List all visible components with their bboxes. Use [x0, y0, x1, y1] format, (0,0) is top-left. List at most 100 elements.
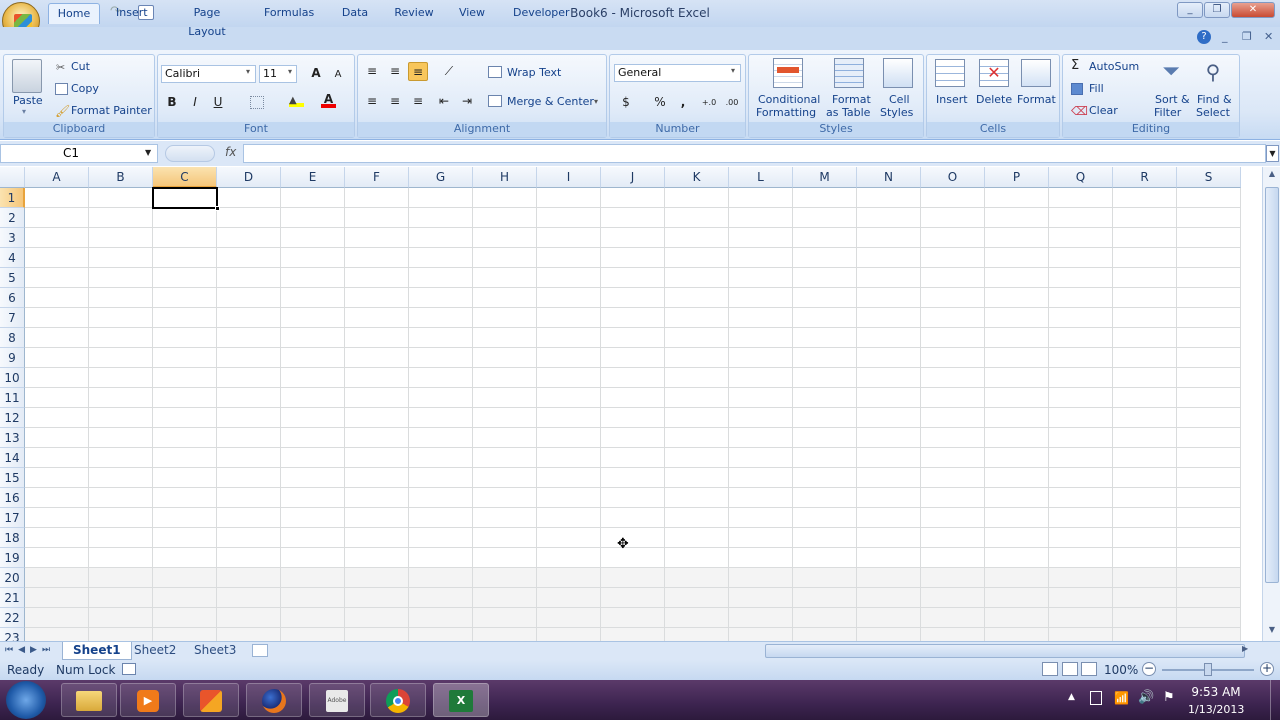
cell-b6[interactable]: [89, 288, 153, 308]
cell-n13[interactable]: [857, 428, 921, 448]
cell-e3[interactable]: [281, 228, 345, 248]
cell-d17[interactable]: [217, 508, 281, 528]
cell-q20[interactable]: [1049, 568, 1113, 588]
cell-h11[interactable]: [473, 388, 537, 408]
cell-k12[interactable]: [665, 408, 729, 428]
cell-c21[interactable]: [153, 588, 217, 608]
cell-b10[interactable]: [89, 368, 153, 388]
cell-e14[interactable]: [281, 448, 345, 468]
cell-k17[interactable]: [665, 508, 729, 528]
cell-d23[interactable]: [217, 628, 281, 641]
format-cells-button[interactable]: Format: [1017, 93, 1056, 106]
cell-f23[interactable]: [345, 628, 409, 641]
sort-filter-button[interactable]: Sort &: [1155, 93, 1190, 106]
cell-e22[interactable]: [281, 608, 345, 628]
cell-o2[interactable]: [921, 208, 985, 228]
cell-o8[interactable]: [921, 328, 985, 348]
cell-r2[interactable]: [1113, 208, 1177, 228]
cell-i15[interactable]: [537, 468, 601, 488]
cell-f9[interactable]: [345, 348, 409, 368]
row-header-9[interactable]: 9: [0, 348, 25, 368]
action-center-icon[interactable]: ⚑: [1163, 690, 1175, 705]
cell-p13[interactable]: [985, 428, 1049, 448]
delete-cells-button[interactable]: Delete: [976, 93, 1012, 106]
cell-e20[interactable]: [281, 568, 345, 588]
cell-f11[interactable]: [345, 388, 409, 408]
cell-r18[interactable]: [1113, 528, 1177, 548]
cell-p5[interactable]: [985, 268, 1049, 288]
cell-h6[interactable]: [473, 288, 537, 308]
zoom-out-icon[interactable]: −: [1142, 662, 1156, 676]
cell-f13[interactable]: [345, 428, 409, 448]
cell-q8[interactable]: [1049, 328, 1113, 348]
cell-e19[interactable]: [281, 548, 345, 568]
cell-m20[interactable]: [793, 568, 857, 588]
cell-j21[interactable]: [601, 588, 665, 608]
cell-d2[interactable]: [217, 208, 281, 228]
cell-g15[interactable]: [409, 468, 473, 488]
cell-d13[interactable]: [217, 428, 281, 448]
cell-n11[interactable]: [857, 388, 921, 408]
cell-g6[interactable]: [409, 288, 473, 308]
normal-view-icon[interactable]: [1042, 662, 1058, 676]
cell-k11[interactable]: [665, 388, 729, 408]
cell-a13[interactable]: [25, 428, 89, 448]
cell-k2[interactable]: [665, 208, 729, 228]
ribbon-minimize-icon[interactable]: _: [1222, 30, 1228, 43]
cell-n18[interactable]: [857, 528, 921, 548]
cell-l11[interactable]: [729, 388, 793, 408]
comma-button[interactable]: ,: [673, 93, 693, 112]
cell-p1[interactable]: [985, 188, 1049, 208]
cell-l21[interactable]: [729, 588, 793, 608]
increase-decimal-button[interactable]: +.0: [699, 93, 719, 112]
column-header-k[interactable]: K: [665, 167, 729, 188]
cell-a14[interactable]: [25, 448, 89, 468]
find-select-label2[interactable]: Select: [1196, 106, 1230, 119]
cell-i1[interactable]: [537, 188, 601, 208]
cell-r7[interactable]: [1113, 308, 1177, 328]
cell-a12[interactable]: [25, 408, 89, 428]
cell-c7[interactable]: [153, 308, 217, 328]
font-color-icon[interactable]: A: [321, 92, 336, 108]
cell-d7[interactable]: [217, 308, 281, 328]
cell-f15[interactable]: [345, 468, 409, 488]
find-select-button[interactable]: Find &: [1197, 93, 1232, 106]
row-header-16[interactable]: 16: [0, 488, 25, 508]
cell-r10[interactable]: [1113, 368, 1177, 388]
cell-h8[interactable]: [473, 328, 537, 348]
cell-q2[interactable]: [1049, 208, 1113, 228]
row-header-13[interactable]: 13: [0, 428, 25, 448]
cell-k19[interactable]: [665, 548, 729, 568]
format-as-table-label2[interactable]: as Table: [826, 106, 870, 119]
cell-l8[interactable]: [729, 328, 793, 348]
decrease-indent-icon[interactable]: ⇤: [434, 92, 454, 111]
tab-review[interactable]: Review: [388, 3, 440, 24]
cell-p11[interactable]: [985, 388, 1049, 408]
cell-i9[interactable]: [537, 348, 601, 368]
cell-j8[interactable]: [601, 328, 665, 348]
cell-e13[interactable]: [281, 428, 345, 448]
cell-p4[interactable]: [985, 248, 1049, 268]
cell-d19[interactable]: [217, 548, 281, 568]
cell-r21[interactable]: [1113, 588, 1177, 608]
cell-e18[interactable]: [281, 528, 345, 548]
cell-n5[interactable]: [857, 268, 921, 288]
cell-p21[interactable]: [985, 588, 1049, 608]
cell-r4[interactable]: [1113, 248, 1177, 268]
cell-a7[interactable]: [25, 308, 89, 328]
cell-b2[interactable]: [89, 208, 153, 228]
cell-f21[interactable]: [345, 588, 409, 608]
cell-n4[interactable]: [857, 248, 921, 268]
cell-q13[interactable]: [1049, 428, 1113, 448]
cell-p22[interactable]: [985, 608, 1049, 628]
cell-e4[interactable]: [281, 248, 345, 268]
cell-h12[interactable]: [473, 408, 537, 428]
cell-d11[interactable]: [217, 388, 281, 408]
cell-m13[interactable]: [793, 428, 857, 448]
cell-c16[interactable]: [153, 488, 217, 508]
cell-l4[interactable]: [729, 248, 793, 268]
macro-record-icon[interactable]: [122, 663, 136, 675]
clock-time[interactable]: 9:53 AM: [1190, 685, 1242, 699]
cell-j23[interactable]: [601, 628, 665, 641]
cell-e15[interactable]: [281, 468, 345, 488]
